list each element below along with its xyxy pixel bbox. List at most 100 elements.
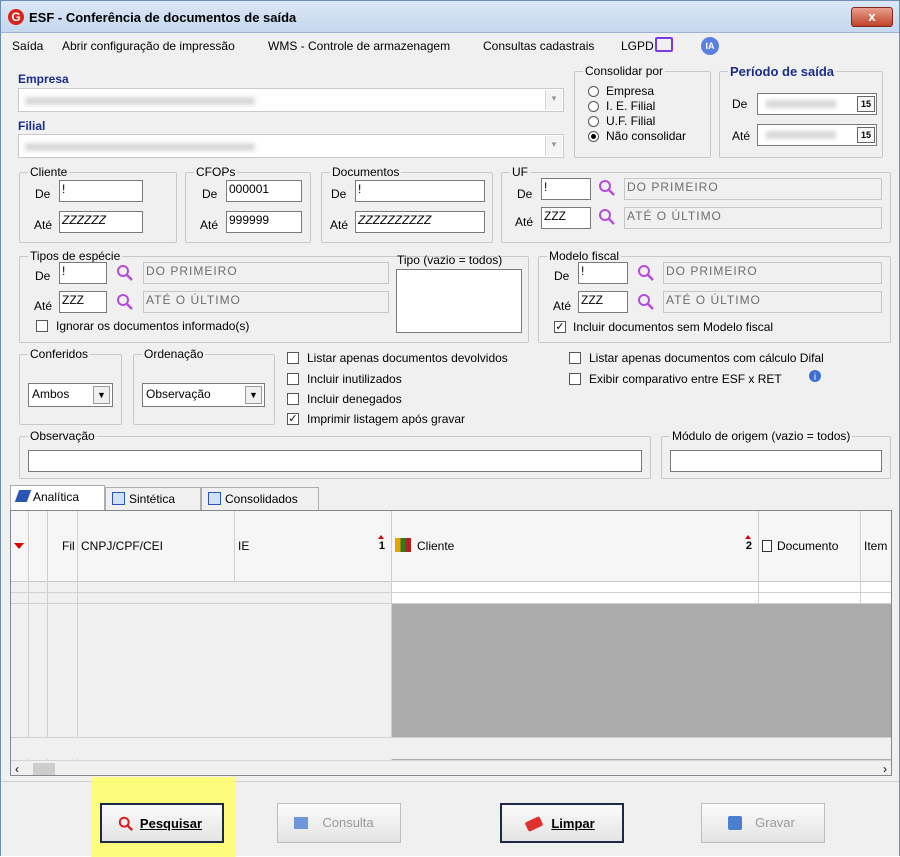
pesquisar-button[interactable]: Pesquisar — [100, 803, 224, 843]
ordenacao-value: Observação — [146, 387, 211, 401]
col-header-documento-label: Documento — [777, 539, 839, 553]
conferidos-select[interactable]: Ambos ▼ — [28, 383, 113, 407]
filial-select[interactable]: ▼ — [18, 134, 564, 158]
listar-devolvidos-checkbox[interactable] — [287, 352, 299, 364]
tab-consolidados[interactable]: Consolidados — [201, 487, 319, 511]
documentos-de-input[interactable]: ! — [355, 180, 485, 202]
gravar-label: Gravar — [755, 815, 795, 830]
modulo-origem-input[interactable] — [670, 450, 882, 472]
sort-asc-icon — [745, 535, 751, 539]
tipos-de-input[interactable]: ! — [59, 262, 107, 284]
search-icon[interactable] — [116, 293, 134, 311]
radio-ie-filial-label: I. E. Filial — [606, 99, 656, 113]
col-header-cnpj[interactable]: CNPJ/CPF/CEI — [78, 511, 235, 582]
ignorar-checkbox[interactable] — [36, 320, 48, 332]
col-header-ie-label: IE — [238, 539, 250, 553]
uf-de-input[interactable]: ! — [541, 178, 591, 200]
menu-lgpd[interactable]: LGPD — [621, 39, 654, 53]
menu-ia[interactable]: IA — [701, 37, 719, 55]
grid-blank-col — [29, 511, 48, 582]
cfops-legend: CFOPs — [196, 165, 236, 179]
chevron-down-icon: ▼ — [93, 386, 110, 404]
cliente-ate-label: Até — [34, 218, 53, 232]
uf-group: UF — [501, 165, 891, 243]
eraser-icon — [524, 816, 544, 832]
grid-row-line — [11, 603, 891, 604]
tab-sintetica[interactable]: Sintética — [105, 487, 201, 511]
menu-consultas-cadastrais[interactable]: Consultas cadastrais — [483, 39, 594, 53]
radio-nao-consolidar[interactable] — [588, 131, 599, 142]
results-grid[interactable]: Fil CNPJ/CPF/CEI IE 1 Cliente 2 Document… — [10, 510, 892, 776]
uf-ate-input[interactable]: ZZZ — [541, 207, 591, 229]
empresa-select[interactable]: ▼ — [18, 88, 564, 112]
consulta-button[interactable]: Consulta — [277, 803, 401, 843]
close-button[interactable]: x — [851, 7, 893, 27]
conferidos-legend: Conferidos — [30, 347, 89, 361]
window-title: ESF - Conferência de documentos de saída — [29, 10, 297, 25]
info-icon[interactable]: i — [806, 367, 824, 385]
imprimir-listagem-checkbox[interactable]: ✓ — [287, 413, 299, 425]
ordenacao-legend: Ordenação — [144, 347, 204, 361]
cliente-ate-input[interactable]: ZZZZZZ — [59, 211, 143, 233]
menu-abrir-configuracao[interactable]: Abrir configuração de impressão — [62, 39, 235, 53]
col-header-cliente[interactable]: Cliente 2 — [392, 511, 759, 582]
empresa-label: Empresa — [18, 72, 69, 86]
modelo-ate-input[interactable]: ZZZ — [578, 291, 628, 313]
main-window: G ESF - Conferência de documentos de saí… — [0, 0, 900, 857]
cliente-de-input[interactable]: ! — [59, 180, 143, 202]
horizontal-scrollbar[interactable]: ‹ › — [11, 760, 891, 775]
col-header-fil[interactable]: Fil — [48, 511, 78, 582]
cliente-de-label: De — [35, 187, 51, 201]
modelo-de-input[interactable]: ! — [578, 262, 628, 284]
tab-analitica-label: Analítica — [33, 490, 80, 504]
cfops-de-label: De — [202, 187, 218, 201]
incluir-denegados-checkbox[interactable] — [287, 393, 299, 405]
documentos-ate-label: Até — [330, 218, 349, 232]
listar-difal-checkbox[interactable] — [569, 352, 581, 364]
ordenacao-select[interactable]: Observação ▼ — [142, 383, 265, 407]
monitor-icon[interactable] — [655, 37, 673, 52]
radio-uf-filial[interactable] — [588, 116, 599, 127]
col-header-documento[interactable]: Documento — [759, 511, 861, 582]
scroll-right-icon[interactable]: › — [883, 762, 887, 775]
tab-analitica[interactable]: Analítica — [10, 485, 105, 511]
menu-wms[interactable]: WMS - Controle de armazenagem — [268, 39, 450, 53]
radio-nao-consolidar-label: Não consolidar — [606, 129, 687, 143]
tipos-ate-label: Até — [34, 299, 53, 313]
incluir-sem-modelo-checkbox[interactable]: ✓ — [554, 321, 566, 333]
radio-empresa[interactable] — [588, 86, 599, 97]
grid-body — [11, 582, 891, 760]
bottom-toolbar: Pesquisar Consulta Limpar Gravar — [1, 777, 899, 857]
grid-col-body — [11, 582, 29, 760]
scroll-left-icon[interactable]: ‹ — [15, 762, 19, 775]
col-header-item[interactable]: Item — [861, 511, 891, 582]
search-icon[interactable] — [598, 179, 616, 197]
calendar-icon[interactable]: 15 — [857, 96, 875, 112]
gravar-button[interactable]: Gravar — [701, 803, 825, 843]
scroll-thumb[interactable] — [33, 763, 55, 775]
documentos-ate-input[interactable]: ZZZZZZZZZZ — [355, 211, 485, 233]
calendar-icon[interactable]: 15 — [857, 127, 875, 143]
search-icon[interactable] — [637, 293, 655, 311]
cfops-de-input[interactable]: 000001 — [226, 180, 302, 202]
tipos-ate-input[interactable]: ZZZ — [59, 291, 107, 313]
observacao-input[interactable] — [28, 450, 642, 472]
col-header-ie[interactable]: IE 1 — [235, 511, 392, 582]
pencil-icon — [14, 490, 32, 502]
grid-row-line — [11, 592, 891, 593]
radio-ie-filial[interactable] — [588, 101, 599, 112]
search-icon[interactable] — [598, 208, 616, 226]
save-icon — [728, 816, 742, 830]
pesquisar-label: Pesquisar — [139, 816, 203, 831]
search-icon[interactable] — [637, 264, 655, 282]
document-icon — [762, 540, 772, 552]
cfops-ate-input[interactable]: 999999 — [226, 211, 302, 233]
incluir-inutilizados-checkbox[interactable] — [287, 373, 299, 385]
consulta-label: Consulta — [322, 815, 374, 830]
tipo-list[interactable] — [396, 269, 522, 333]
documentos-legend: Documentos — [332, 165, 400, 179]
limpar-button[interactable]: Limpar — [500, 803, 624, 843]
menu-saida[interactable]: Saída — [12, 39, 43, 53]
exibir-comparativo-checkbox[interactable] — [569, 373, 581, 385]
search-icon[interactable] — [116, 264, 134, 282]
